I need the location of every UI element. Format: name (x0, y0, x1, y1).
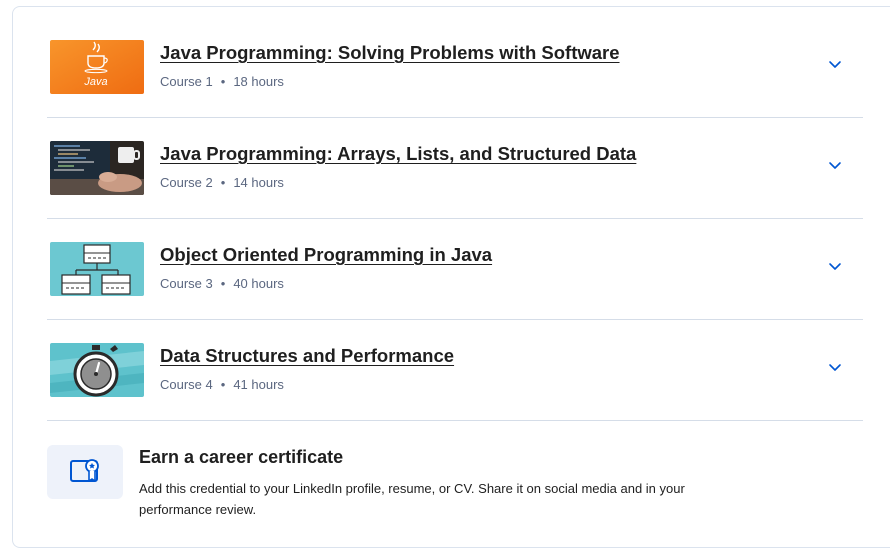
course-number: Course 1 (160, 74, 213, 89)
course-thumbnail (50, 343, 144, 397)
course-thumbnail (50, 141, 144, 195)
certificate-description: Add this credential to your LinkedIn pro… (139, 481, 685, 517)
course-title[interactable]: Java Programming: Arrays, Lists, and Str… (160, 143, 636, 165)
course-title[interactable]: Object Oriented Programming in Java (160, 244, 492, 266)
certificate-icon (70, 459, 99, 482)
stopwatch-icon (50, 343, 144, 397)
course-number: Course 2 (160, 175, 213, 190)
certificate-icon-box (47, 445, 123, 499)
course-number: Course 4 (160, 377, 213, 392)
divider (47, 117, 863, 118)
class-diagram-icon (50, 242, 144, 296)
course-duration: 14 hours (233, 175, 284, 190)
laptop-typing-photo (50, 141, 144, 195)
course-duration: 41 hours (233, 377, 284, 392)
chevron-down-icon[interactable] (827, 258, 843, 274)
certificate-title: Earn a career certificate (139, 447, 344, 467)
divider (47, 420, 863, 421)
course-duration: 40 hours (233, 276, 284, 291)
course-meta: Course 3 • 40 hours (160, 276, 284, 291)
course-thumbnail: Java (50, 40, 144, 94)
course-item-3[interactable]: Object Oriented Programming in Java Cour… (47, 220, 863, 320)
chevron-down-icon[interactable] (827, 56, 843, 72)
java-logo-text: Java (83, 76, 107, 88)
course-title[interactable]: Data Structures and Performance (160, 345, 454, 367)
divider (47, 218, 863, 219)
course-meta: Course 2 • 14 hours (160, 175, 284, 190)
meta-separator: • (220, 74, 226, 89)
meta-separator: • (220, 276, 226, 291)
course-item-1[interactable]: Java Java Programming: Solving Problems … (47, 18, 863, 118)
course-number: Course 3 (160, 276, 213, 291)
meta-separator: • (220, 377, 226, 392)
course-duration: 18 hours (233, 74, 284, 89)
java-logo-icon: Java (50, 40, 144, 94)
course-meta: Course 4 • 41 hours (160, 377, 284, 392)
meta-separator: • (220, 175, 226, 190)
course-item-2[interactable]: Java Programming: Arrays, Lists, and Str… (47, 119, 863, 219)
course-list-card: Java Java Programming: Solving Problems … (12, 6, 890, 548)
chevron-down-icon[interactable] (827, 359, 843, 375)
chevron-down-icon[interactable] (827, 157, 843, 173)
course-title[interactable]: Java Programming: Solving Problems with … (160, 42, 620, 64)
divider (47, 319, 863, 320)
course-meta: Course 1 • 18 hours (160, 74, 284, 89)
course-item-4[interactable]: Data Structures and Performance Course 4… (47, 321, 863, 421)
course-thumbnail (50, 242, 144, 296)
